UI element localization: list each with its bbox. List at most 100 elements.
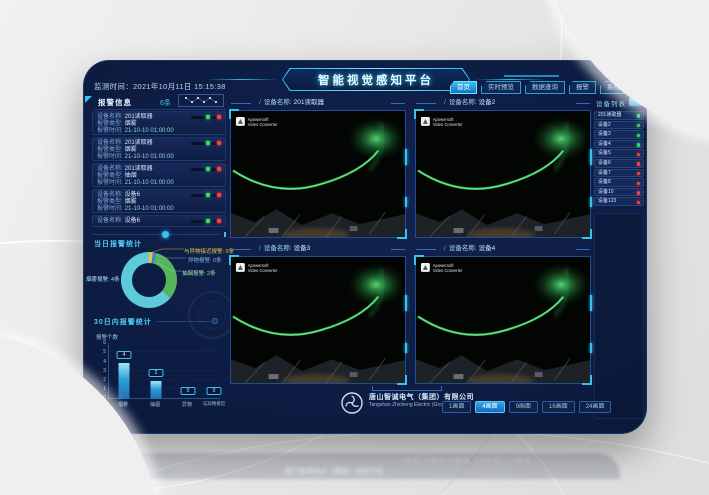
- y-tick: 6: [96, 340, 106, 346]
- device-name: 设备2: [598, 122, 611, 128]
- device-name-value: 201读取器: [125, 140, 153, 146]
- device-row[interactable]: 设备8: [594, 178, 644, 187]
- status-dot: [637, 182, 641, 186]
- device-row[interactable]: 设备6: [594, 159, 644, 168]
- red-dot: [217, 141, 221, 145]
- video-feed[interactable]: [415, 110, 591, 238]
- alarm-type-value: 抽烟: [125, 173, 137, 179]
- device-name-label: 设备名称:: [97, 166, 123, 172]
- device-list-tab[interactable]: [629, 98, 643, 106]
- edge-accent: [590, 149, 592, 165]
- status-indicator: [191, 220, 221, 223]
- edge-accent: [405, 295, 407, 311]
- alarm-type-label: 报警类型:: [97, 147, 123, 153]
- today-stats-panel: 当日报警统计 与异物接近报警: 0条 异物报警: 0条 抽烟报警: 2条 烟雾报…: [84, 239, 234, 317]
- alarm-list-item[interactable]: 设备名称:201读取器 报警类型:烟雾 报警时间:21-10-10 01:00:…: [92, 111, 226, 135]
- device-name: 设备10: [598, 189, 614, 195]
- title-trailing-line: [156, 321, 214, 322]
- status-dot: [637, 124, 641, 128]
- edge-accent: [590, 197, 592, 207]
- title-flank-line: [206, 79, 278, 80]
- bar-value: 0: [207, 387, 222, 395]
- slash-decoration: /: [444, 99, 446, 106]
- device-row[interactable]: 设备2: [594, 121, 644, 130]
- device-name: 201读取器: [598, 112, 621, 118]
- nav-button-home[interactable]: 首页: [450, 81, 477, 94]
- bar-fill: [119, 363, 130, 399]
- alarm-list-item[interactable]: 设备名称:201读取器 报警类型:抽烟 报警时间:21-10-10 01:00:…: [92, 163, 226, 187]
- slash-decoration: /: [259, 99, 261, 106]
- alarm-list-item[interactable]: 设备名称:201读取器 报警类型:烟雾 报警时间:21-10-10 01:00:…: [92, 137, 226, 161]
- video-tile-3: /设备名称:设备3: [229, 243, 407, 385]
- reflection-company: 唐山智诚电气（集团）有限公司: [285, 465, 383, 475]
- device-row[interactable]: 设备5: [594, 149, 644, 158]
- device-row[interactable]: 设备4: [594, 140, 644, 149]
- device-name: 设备7: [598, 170, 611, 176]
- video-feed[interactable]: [415, 256, 591, 384]
- layout-16-button[interactable]: 16画面: [542, 401, 575, 413]
- page-title-inner: 智能视觉感知平台: [283, 69, 469, 90]
- alarm-type-value: 烟雾: [125, 121, 137, 127]
- device-row[interactable]: 设备10: [594, 188, 644, 197]
- status-dot: [637, 143, 641, 147]
- top-nav: 首页 实时预览 数据查询 报警 系统设置: [450, 81, 640, 94]
- device-row[interactable]: 设备7: [594, 169, 644, 178]
- reflection-bar: [100, 453, 620, 479]
- scrollbar-knob[interactable]: [162, 231, 169, 238]
- alarm-list-item[interactable]: 设备名称:设备6 报警类型:烟雾 报警时间:21-10-10 01:00:00: [92, 189, 226, 213]
- y-tick: 0: [96, 395, 106, 401]
- alarm-list-item-partial[interactable]: 设备名称:设备6: [92, 215, 226, 227]
- layout-1-button[interactable]: 1画面: [442, 401, 471, 413]
- layout-24-button[interactable]: 24画面: [579, 401, 612, 413]
- device-name-label: 设备名称:: [264, 99, 292, 106]
- nav-button-settings[interactable]: 系统设置: [600, 81, 640, 94]
- monitor-timestamp: 监测时间：2021年10月11日 15:15:38: [94, 81, 226, 92]
- device-name: 设备4: [598, 141, 611, 147]
- bar-value: 0: [181, 387, 196, 395]
- video-feed[interactable]: [230, 256, 406, 384]
- reflection-pagination: 1画面 4画面 9画面 16画面 24画面: [400, 456, 532, 465]
- company-logo: [340, 391, 364, 415]
- alarm-time-value: 21-10-10 01:00:00: [125, 206, 174, 212]
- video-tile-header: /设备名称:设备4: [414, 243, 592, 256]
- device-row[interactable]: 201读取器: [594, 111, 644, 120]
- bar-foreign-object: 0: [178, 343, 198, 399]
- edge-accent: [590, 295, 592, 311]
- bar-proximity: 0: [204, 343, 224, 399]
- bar-value: 4: [117, 351, 132, 359]
- nav-button-live-preview[interactable]: 实时预览: [481, 81, 521, 94]
- device-name-label: 设备名称:: [97, 192, 123, 198]
- device-name-label: 设备名称:: [264, 245, 292, 252]
- layout-9-button[interactable]: 9画面: [509, 401, 538, 413]
- alarm-time-value: 21-10-10 01:00:00: [125, 154, 174, 160]
- device-name: 设备5: [598, 150, 611, 156]
- nav-button-alarm[interactable]: 报警: [569, 81, 596, 94]
- device-row[interactable]: 设备3: [594, 130, 644, 139]
- panel-reflection: 唐山智诚电气（集团）有限公司 1画面 4画面 9画面 16画面 24画面: [100, 437, 620, 479]
- alarm-type-value: 烟雾: [125, 147, 137, 153]
- bar-smoking: 2: [146, 343, 166, 399]
- device-name-value: 设备2: [479, 99, 496, 106]
- status-indicator: [191, 116, 221, 119]
- device-name-label: 设备名称:: [97, 114, 123, 120]
- page-title: 智能视觉感知平台: [318, 72, 434, 88]
- nav-button-data-query[interactable]: 数据查询: [525, 81, 565, 94]
- title-node-dot: [212, 318, 218, 324]
- alarm-time-label: 报警时间:: [97, 154, 123, 160]
- device-row[interactable]: 设备123: [594, 197, 644, 206]
- bar-fill: [151, 381, 162, 399]
- page-title-frame: 智能视觉感知平台: [282, 68, 470, 91]
- corner-triangle-decoration: [89, 419, 99, 429]
- alarm-time-label: 报警时间:: [97, 180, 123, 186]
- title-flank-line: [474, 79, 546, 80]
- dashboard-panel: 监测时间：2021年10月11日 15:15:38 智能视觉感知平台 首页 实时…: [83, 60, 647, 434]
- y-tick: 2: [96, 377, 106, 383]
- device-list-title: 设备列表: [596, 98, 626, 108]
- red-dot: [217, 115, 221, 119]
- device-name-value: 201读取器: [125, 114, 153, 120]
- layout-4-button[interactable]: 4画面: [475, 401, 504, 413]
- video-feed[interactable]: [230, 110, 406, 238]
- device-name: 设备8: [598, 179, 611, 185]
- device-name-value: 201读取器: [125, 166, 153, 172]
- background-arc: [0, 430, 709, 495]
